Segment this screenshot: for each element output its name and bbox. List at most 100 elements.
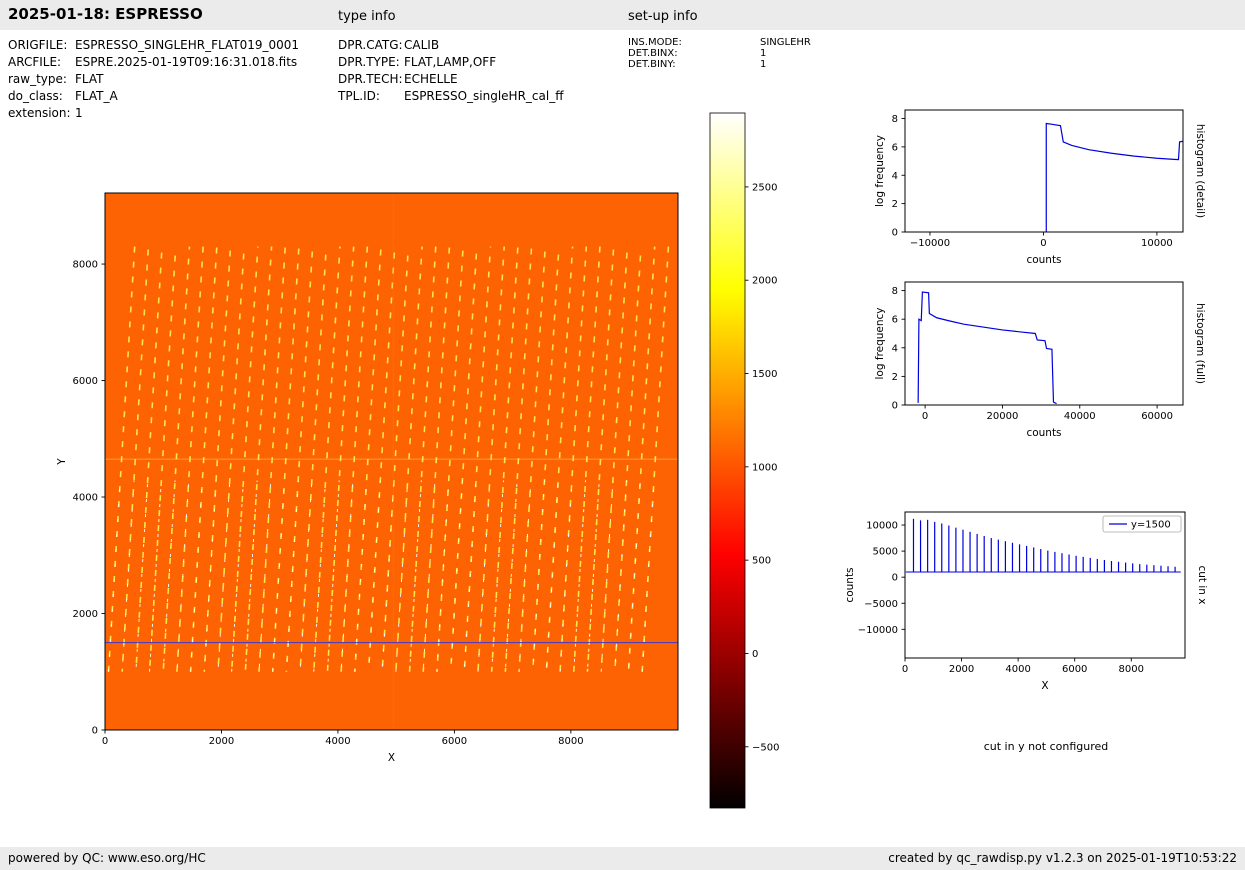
svg-text:2000: 2000 (752, 276, 777, 287)
svg-text:8000: 8000 (558, 736, 583, 747)
svg-text:10000: 10000 (866, 521, 898, 532)
dpr-catg-value: CALIB (404, 38, 440, 52)
svg-text:6000: 6000 (442, 736, 467, 747)
svg-text:−10000: −10000 (858, 625, 898, 636)
svg-text:4: 4 (892, 171, 898, 182)
origfile-label: ORIGFILE: (8, 38, 68, 52)
svg-text:2: 2 (892, 372, 898, 383)
svg-text:y=1500: y=1500 (1131, 520, 1171, 531)
svg-text:counts: counts (844, 567, 856, 602)
det-binx-value: 1 (760, 48, 767, 59)
colorbar: 2500 2000 1500 1000 500 0 −500 (709, 112, 779, 809)
svg-text:10000: 10000 (1141, 238, 1173, 249)
svg-text:2500: 2500 (752, 182, 777, 193)
svg-text:0: 0 (922, 411, 928, 422)
svg-text:−500: −500 (752, 742, 779, 753)
hist-detail: −10000 0 10000 0 2 4 6 8 counts log frequency hist… (874, 109, 1206, 266)
svg-text:1000: 1000 (752, 462, 777, 473)
svg-text:Y: Y (56, 458, 68, 466)
svg-text:log frequency: log frequency (874, 135, 886, 207)
svg-text:6: 6 (892, 315, 898, 326)
svg-text:6: 6 (892, 142, 898, 153)
svg-text:2: 2 (892, 199, 898, 210)
svg-text:cut in x: cut in x (1196, 565, 1208, 604)
origfile-value: ESPRESSO_SINGLEHR_FLAT019_0001 (75, 38, 300, 52)
dpr-type-label: DPR.TYPE: (338, 55, 400, 69)
do-class-label: do_class: (8, 89, 63, 103)
type-info-row: DPR.TYPE: FLAT,LAMP,OFF (338, 54, 563, 71)
svg-text:0: 0 (102, 736, 108, 747)
svg-text:4000: 4000 (1005, 664, 1030, 675)
type-info-row: DPR.TECH: ECHELLE (338, 71, 563, 88)
raw-type-value: FLAT (75, 72, 104, 86)
type-info-block: DPR.CATG: CALIB DPR.TYPE: FLAT,LAMP,OFF DP… (338, 37, 563, 105)
svg-text:2000: 2000 (209, 736, 234, 747)
svg-text:counts: counts (1026, 427, 1061, 439)
svg-text:0: 0 (892, 401, 898, 412)
file-info-row: extension: 1 (8, 105, 299, 122)
raw-image: 0 2000 4000 6000 8000 0 2000 4000 6000 8000 X Y (56, 192, 679, 764)
file-info-row: ORIGFILE: ESPRESSO_SINGLEHR_FLAT019_0001 (8, 37, 299, 54)
setup-info-block: INS.MODE: SINGLEHR DET.BINX: 1 DET.BINY: 1 (628, 37, 811, 70)
type-info-heading: type info (338, 9, 396, 24)
svg-text:40000: 40000 (1064, 411, 1096, 422)
svg-text:histogram (full): histogram (full) (1194, 303, 1206, 384)
footer-bar: powered by QC: www.eso.org/HC created by… (0, 847, 1245, 870)
file-info-block: ORIGFILE: ESPRESSO_SINGLEHR_FLAT019_0001 … (8, 37, 299, 122)
footer-created-by: created by qc_rawdisp.py v1.2.3 on 2025-… (888, 851, 1237, 865)
svg-text:0: 0 (92, 726, 98, 737)
svg-text:1500: 1500 (752, 369, 777, 380)
setup-info-row: DET.BINX: 1 (628, 48, 811, 59)
svg-text:log frequency: log frequency (874, 307, 886, 379)
footer-powered-by: powered by QC: www.eso.org/HC (8, 851, 206, 865)
type-info-row: DPR.CATG: CALIB (338, 37, 563, 54)
svg-text:counts: counts (1026, 254, 1061, 266)
dpr-type-value: FLAT,LAMP,OFF (404, 55, 497, 69)
ins-mode-value: SINGLEHR (760, 37, 811, 48)
dpr-tech-label: DPR.TECH: (338, 72, 403, 86)
svg-text:X: X (1041, 680, 1048, 692)
svg-text:8: 8 (892, 286, 898, 297)
cut-x: 0 2000 4000 6000 8000 10000 5000 0 −5000 −10000 Xc… (844, 511, 1208, 692)
arcfile-label: ARCFILE: (8, 55, 62, 69)
svg-text:−10000: −10000 (910, 238, 950, 249)
svg-text:0: 0 (752, 649, 758, 660)
dpr-tech-value: ECHELLE (404, 72, 458, 86)
arcfile-value: ESPRE.2025-01-19T09:16:31.018.fits (75, 55, 298, 69)
dpr-catg-label: DPR.CATG: (338, 38, 403, 52)
header-bar: 2025-01-18: ESPRESSO type info set-up in… (0, 0, 1245, 30)
svg-text:X: X (388, 752, 395, 764)
extension-value: 1 (75, 106, 83, 120)
svg-text:8000: 8000 (1119, 664, 1144, 675)
do-class-value: FLAT_A (75, 89, 118, 103)
tpl-id-value: ESPRESSO_singleHR_cal_ff (404, 89, 564, 103)
svg-text:4: 4 (892, 343, 898, 354)
type-info-row: TPL.ID: ESPRESSO_singleHR_cal_ff (338, 88, 563, 105)
svg-text:4000: 4000 (325, 736, 350, 747)
svg-text:5000: 5000 (873, 547, 898, 558)
svg-text:20000: 20000 (987, 411, 1019, 422)
svg-text:4000: 4000 (73, 493, 98, 504)
file-info-row: ARCFILE: ESPRE.2025-01-19T09:16:31.018.fi… (8, 54, 299, 71)
det-biny-value: 1 (760, 59, 767, 70)
svg-text:0: 0 (902, 664, 908, 675)
svg-text:8: 8 (892, 114, 898, 125)
page-title: 2025-01-18: ESPRESSO (8, 5, 203, 23)
det-biny-label: DET.BINY: (628, 59, 676, 70)
svg-text:0: 0 (892, 573, 898, 584)
setup-info-row: DET.BINY: 1 (628, 59, 811, 70)
svg-text:6000: 6000 (73, 376, 98, 387)
setup-info-heading: set-up info (628, 9, 698, 24)
extension-label: extension: (8, 106, 71, 120)
det-binx-label: DET.BINX: (628, 48, 678, 59)
cut-y-note: cut in y not configured (983, 740, 1109, 753)
svg-text:0: 0 (892, 228, 898, 239)
svg-text:60000: 60000 (1141, 411, 1173, 422)
svg-text:histogram (detail): histogram (detail) (1194, 124, 1206, 218)
hist-full: 0 20000 40000 60000 0 2 4 6 8 counts log frequency… (874, 281, 1206, 439)
raw-type-label: raw_type: (8, 72, 67, 86)
svg-text:2000: 2000 (949, 664, 974, 675)
ins-mode-label: INS.MODE: (628, 37, 682, 48)
svg-text:8000: 8000 (73, 260, 98, 271)
svg-text:0: 0 (1040, 238, 1046, 249)
